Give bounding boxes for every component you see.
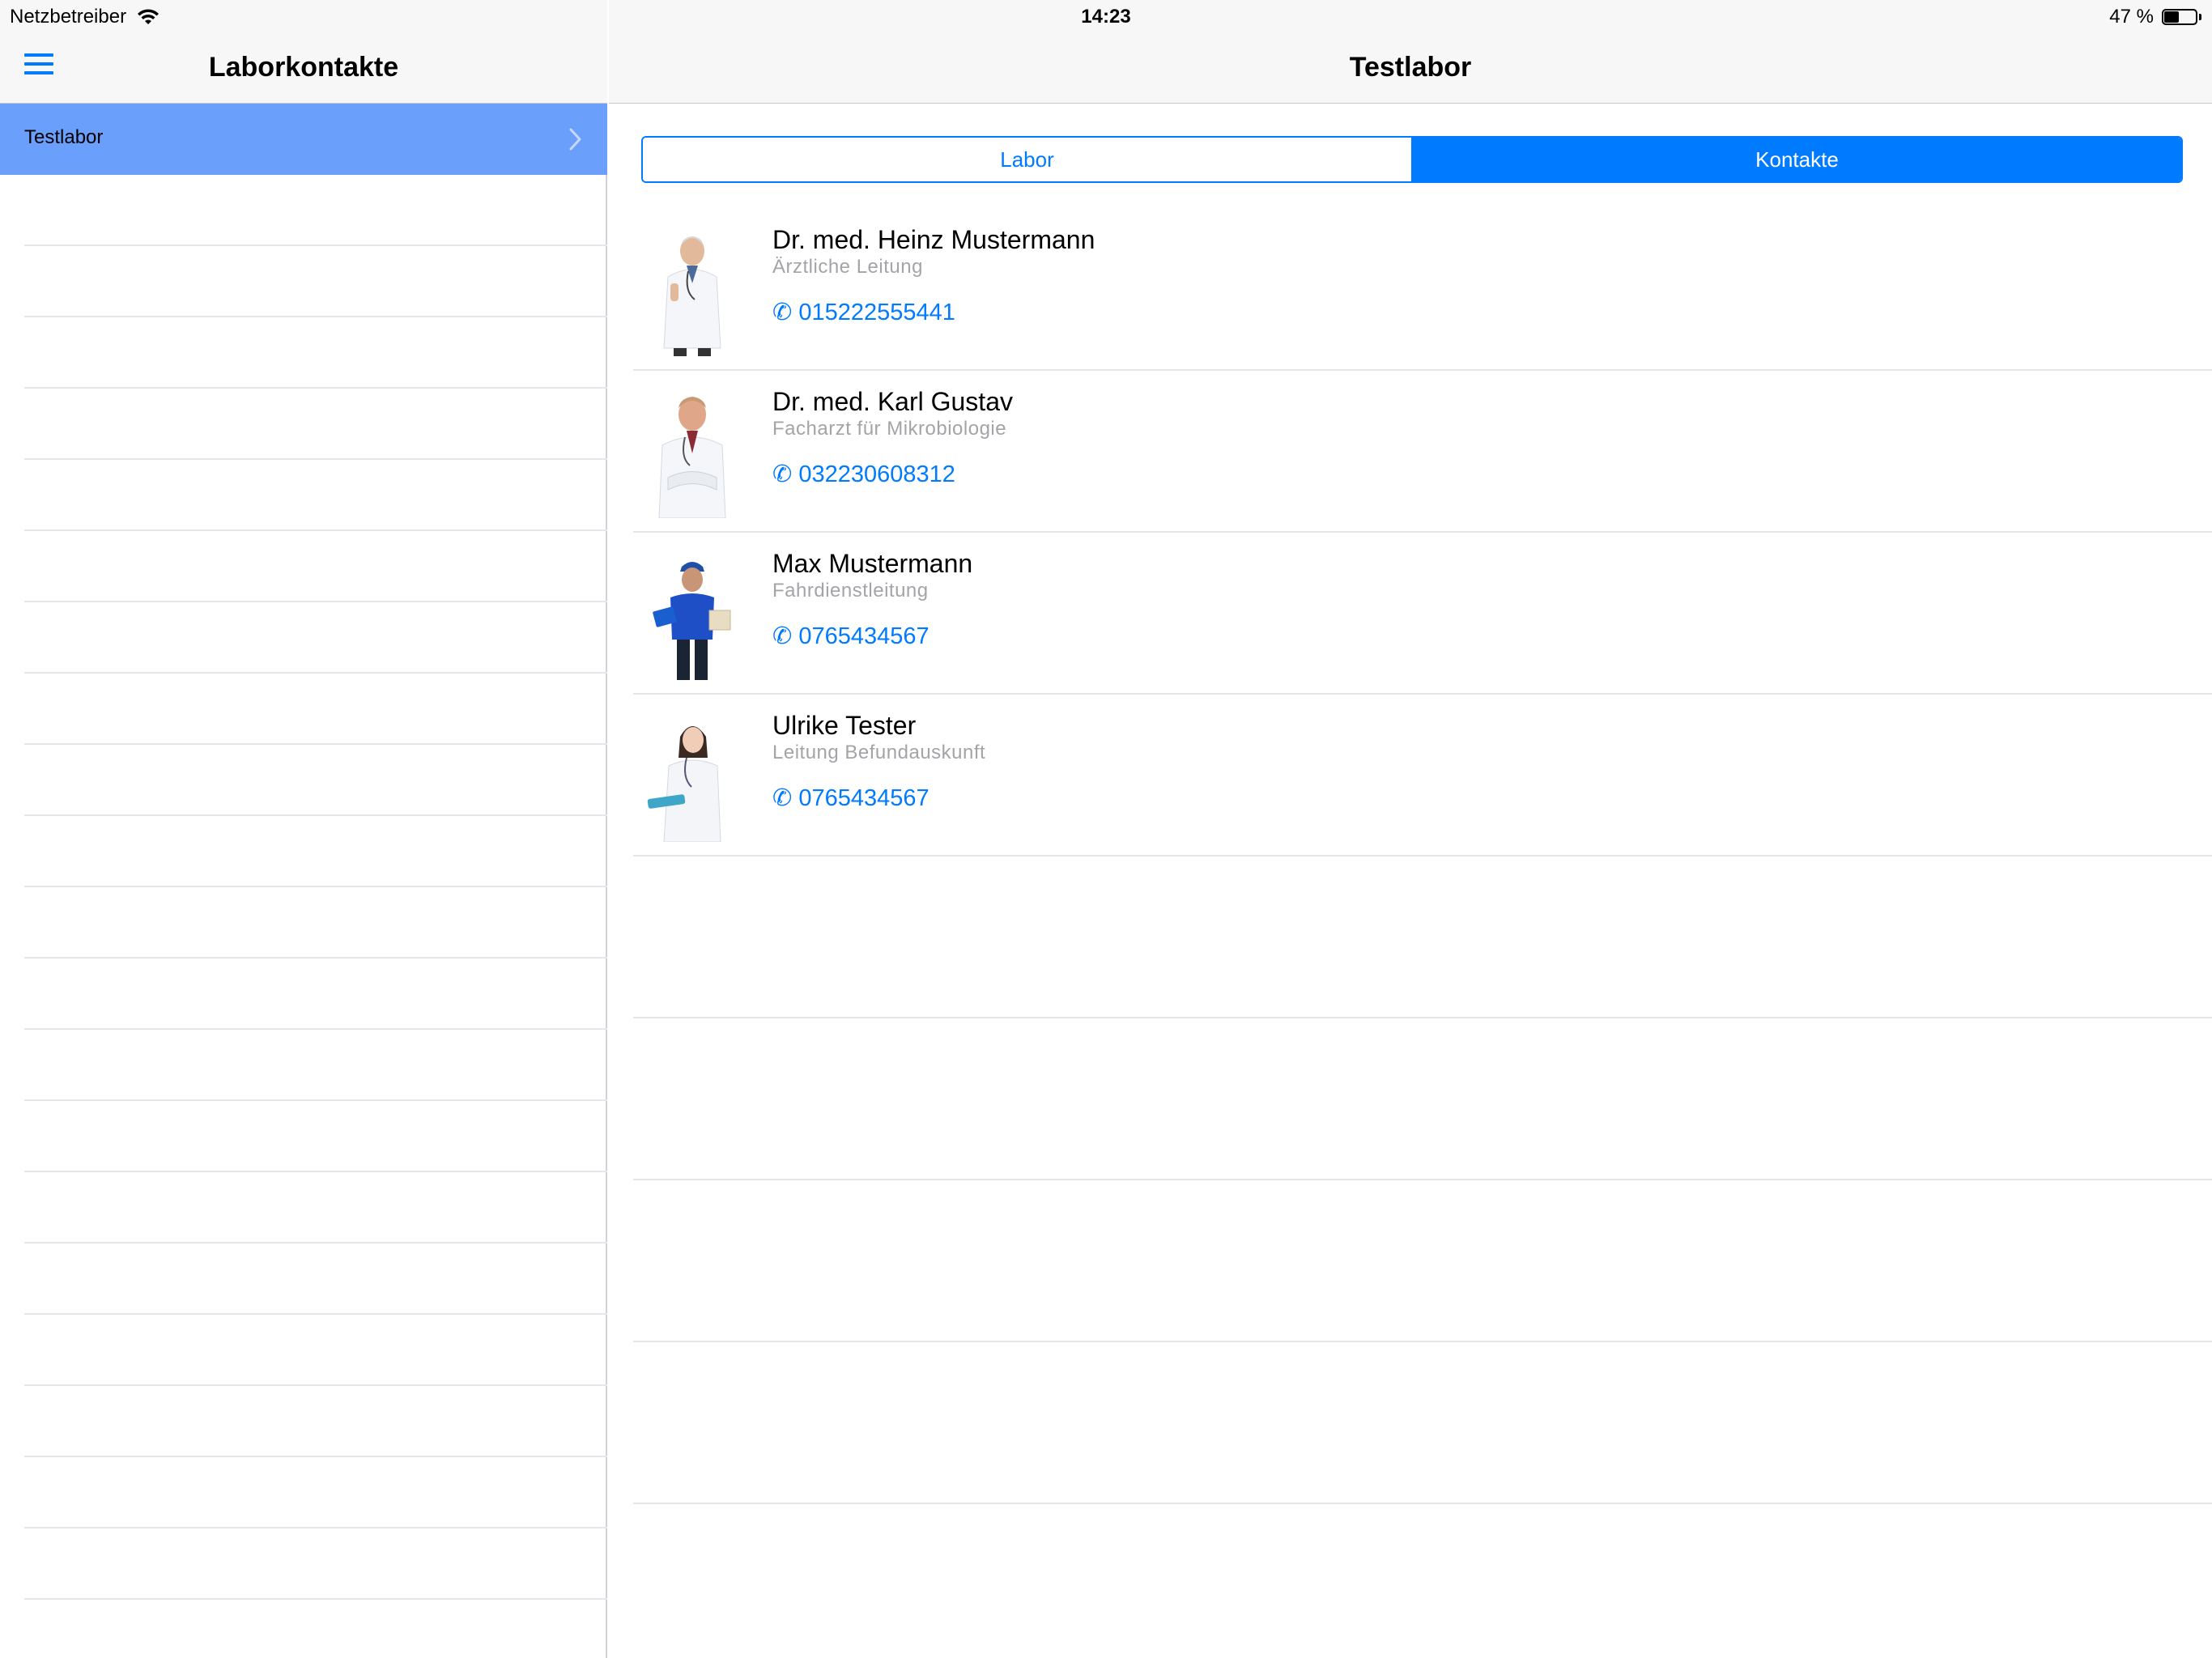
master-title: Laborkontakte: [208, 52, 399, 83]
contact-photo-doctor: [640, 227, 745, 356]
empty-row: [24, 246, 607, 317]
empty-row: [24, 1172, 607, 1244]
master-pane: Laborkontakte Testlabor: [0, 0, 607, 1658]
segment-labor[interactable]: Labor: [643, 138, 1411, 181]
empty-row: [633, 1342, 2212, 1504]
empty-row: [24, 1386, 607, 1457]
status-right: 47 %: [2109, 6, 2202, 28]
list-item-label: Testlabor: [24, 126, 104, 148]
detail-title: Testlabor: [1349, 52, 1472, 83]
contact-photo-doctor: [640, 712, 745, 842]
contact-photo-courier: [640, 551, 745, 680]
contact-name: Dr. med. Karl Gustav: [772, 387, 1013, 416]
chevron-right-icon: [569, 128, 581, 151]
contact-photo-doctor: [640, 389, 745, 518]
empty-row: [24, 317, 607, 389]
contact-role: Ärztliche Leitung: [772, 256, 923, 278]
contact-name: Max Mustermann: [772, 549, 973, 578]
empty-row: [24, 602, 607, 674]
empty-row: [24, 1528, 607, 1600]
empty-row: [24, 531, 607, 602]
status-bar: Netzbetreiber 14:23 47 %: [0, 0, 2212, 32]
list-item-testlabor[interactable]: Testlabor: [0, 104, 607, 175]
lab-list: Testlabor: [0, 104, 607, 1600]
empty-row: [24, 1101, 607, 1172]
empty-row: [633, 1018, 2212, 1180]
contact-row[interactable]: Max Mustermann Fahrdienstleitung ✆ 07654…: [633, 533, 2212, 695]
contact-role: Fahrdienstleitung: [772, 580, 929, 602]
status-time: 14:23: [1081, 6, 1131, 28]
empty-row: [24, 745, 607, 816]
empty-row: [633, 1180, 2212, 1342]
battery-percent: 47 %: [2109, 6, 2154, 28]
empty-row: [24, 1244, 607, 1315]
contact-row[interactable]: Dr. med. Heinz Mustermann Ärztliche Leit…: [633, 209, 2212, 371]
empty-row: [24, 816, 607, 887]
empty-row: [24, 389, 607, 460]
empty-row: [24, 674, 607, 745]
contact-list: Dr. med. Heinz Mustermann Ärztliche Leit…: [633, 209, 2212, 1504]
empty-row: [24, 460, 607, 531]
empty-row: [633, 857, 2212, 1018]
empty-row: [24, 1315, 607, 1386]
contact-role: Leitung Befundauskunft: [772, 742, 986, 763]
battery-icon: [2162, 8, 2202, 26]
contact-name: Ulrike Tester: [772, 711, 917, 740]
segmented-control: Labor Kontakte: [641, 136, 2183, 183]
phone-link[interactable]: ✆ 015222555441: [772, 298, 955, 326]
contact-name: Dr. med. Heinz Mustermann: [772, 225, 1095, 254]
empty-row: [24, 1457, 607, 1528]
contact-role: Facharzt für Mikrobiologie: [772, 418, 1007, 440]
contact-row[interactable]: Dr. med. Karl Gustav Facharzt für Mikrob…: [633, 371, 2212, 533]
empty-row: [24, 887, 607, 959]
detail-pane: Testlabor Labor Kontakte Dr. med. Heinz …: [609, 0, 2212, 1658]
contact-row[interactable]: Ulrike Tester Leitung Befundauskunft ✆ 0…: [633, 695, 2212, 857]
phone-link[interactable]: ✆ 032230608312: [772, 460, 955, 488]
empty-row: [24, 175, 607, 246]
phone-link[interactable]: ✆ 0765434567: [772, 784, 929, 812]
empty-row: [24, 959, 607, 1030]
phone-link[interactable]: ✆ 0765434567: [772, 622, 929, 650]
empty-row: [24, 1030, 607, 1101]
segment-kontakte[interactable]: Kontakte: [1411, 138, 2181, 181]
